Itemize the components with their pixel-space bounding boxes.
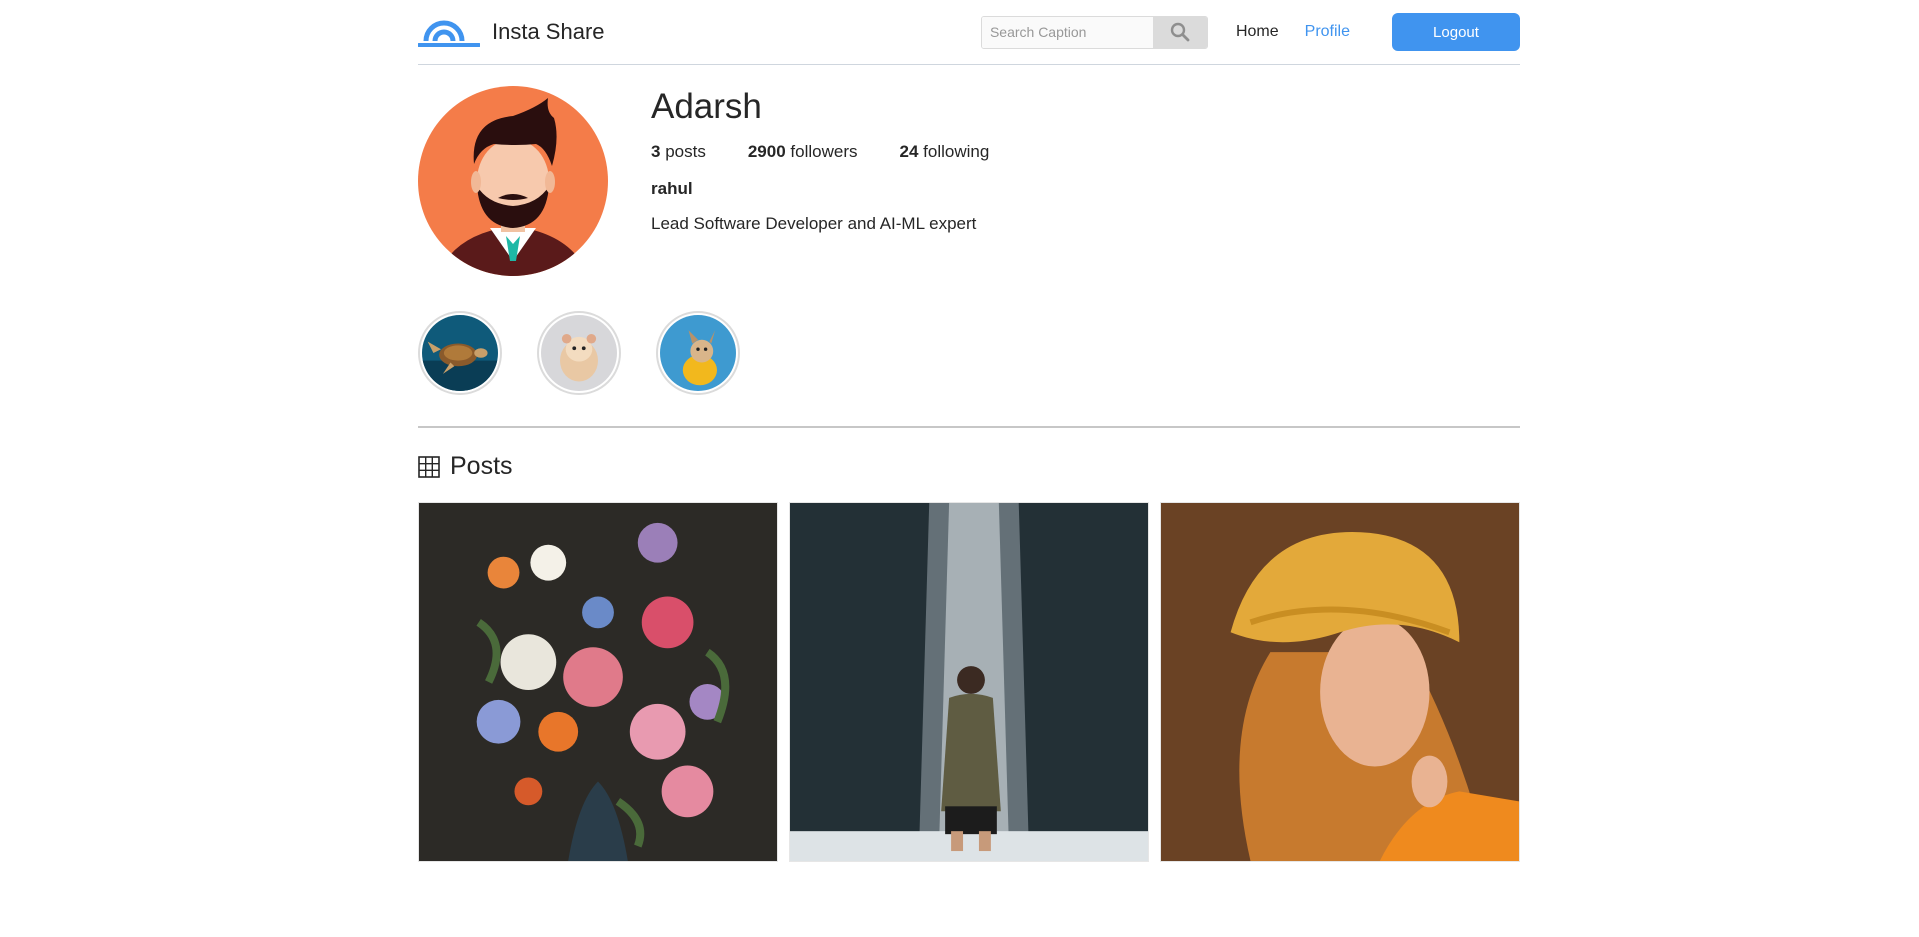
search-input[interactable] — [981, 16, 1153, 48]
posts-grid — [418, 502, 1520, 862]
following-count: 24 — [899, 142, 919, 161]
story-dog[interactable] — [656, 311, 740, 395]
grid-icon — [418, 455, 440, 478]
logout-button[interactable]: Logout — [1392, 13, 1520, 51]
posts-label: posts — [665, 142, 706, 161]
nav-home-link[interactable]: Home — [1236, 23, 1279, 41]
story-turtle[interactable] — [418, 311, 502, 395]
flower-bouquet-image-icon — [419, 503, 777, 861]
nav: Home Profile Logout — [980, 13, 1520, 51]
turtle-story-icon — [422, 315, 498, 391]
following-stat: 24 following — [900, 142, 990, 162]
following-label: following — [923, 142, 990, 161]
top-navbar: Insta Share Home Profile Logout — [418, 0, 1520, 65]
profile-info: Adarsh 3 posts 2900 followers 24 followi… — [651, 86, 1031, 276]
avatar — [418, 86, 608, 276]
posts-section: Posts — [418, 452, 1520, 862]
followers-label: followers — [790, 142, 858, 161]
followers-stat: 2900 followers — [748, 142, 858, 162]
page-container: Insta Share Home Profile Logout — [418, 0, 1520, 862]
brand[interactable]: Insta Share — [418, 14, 605, 50]
search-button[interactable] — [1152, 16, 1207, 48]
followers-count: 2900 — [747, 142, 786, 161]
profile-bio: Lead Software Developer and AI-ML expert — [651, 214, 977, 233]
brand-name: Insta Share — [492, 19, 605, 44]
search-box — [980, 15, 1208, 49]
woman-beanie-image-icon — [1161, 503, 1519, 861]
story-hamster[interactable] — [537, 311, 621, 395]
posts-count: 3 — [651, 142, 661, 161]
posts-title: Posts — [450, 452, 513, 480]
nav-profile-link[interactable]: Profile — [1305, 23, 1350, 41]
profile-section: Adarsh 3 posts 2900 followers 24 followi… — [418, 86, 1520, 276]
profile-user-id: rahul — [651, 179, 693, 198]
stories-row — [418, 311, 1520, 428]
dog-story-icon — [660, 315, 736, 391]
post-item-woman[interactable] — [1160, 502, 1520, 862]
waterfall-image-icon — [790, 503, 1148, 861]
insta-share-logo-icon — [418, 20, 480, 47]
post-item-waterfall[interactable] — [789, 502, 1149, 862]
post-item-flowers[interactable] — [418, 502, 778, 862]
search-icon — [1170, 22, 1190, 42]
avatar-illustration-icon — [418, 86, 608, 276]
posts-header: Posts — [418, 452, 1520, 481]
profile-stats: 3 posts 2900 followers 24 following — [651, 142, 1031, 162]
posts-stat: 3 posts — [651, 142, 706, 162]
profile-username: Adarsh — [651, 87, 762, 126]
hamster-story-icon — [541, 315, 617, 391]
